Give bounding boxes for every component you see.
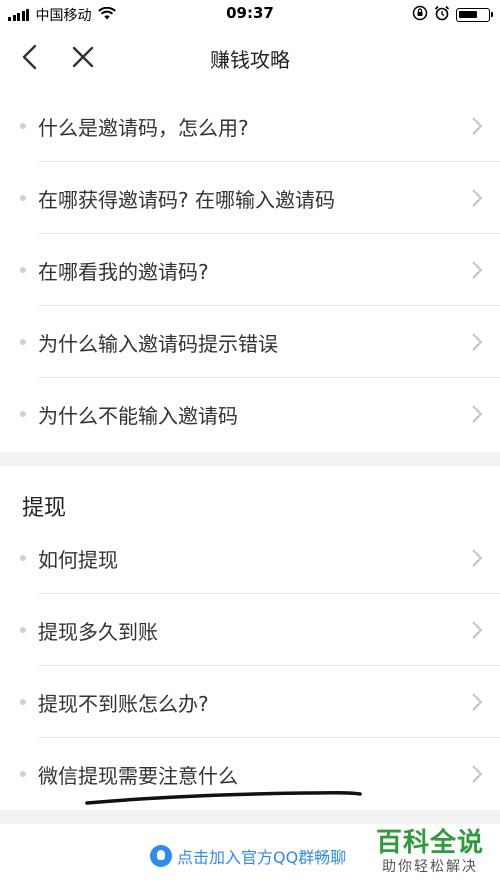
battery-icon bbox=[456, 8, 493, 22]
list-item-label: 如何提现 bbox=[38, 548, 118, 572]
bullet-dot-icon bbox=[20, 267, 26, 273]
bullet-dot-icon bbox=[20, 339, 26, 345]
list-item[interactable]: 为什么不能输入邀请码 bbox=[0, 378, 500, 450]
withdraw-section: 提现 如何提现 提现多久到账 提现不到账怎么办? 微信提现需要注意什么 bbox=[0, 466, 500, 810]
chevron-right-icon bbox=[472, 765, 483, 783]
close-icon bbox=[72, 46, 94, 68]
list-item-label: 提现多久到账 bbox=[38, 620, 158, 644]
bullet-dot-icon bbox=[20, 123, 26, 129]
chevron-right-icon bbox=[472, 189, 483, 207]
bullet-dot-icon bbox=[20, 411, 26, 417]
status-bar: 中国移动 09:37 bbox=[0, 0, 500, 30]
list-item[interactable]: 如何提现 bbox=[0, 522, 500, 594]
chevron-right-icon bbox=[472, 621, 483, 639]
close-button[interactable] bbox=[66, 40, 100, 74]
chevron-right-icon bbox=[472, 693, 483, 711]
alarm-icon bbox=[434, 5, 450, 25]
bullet-dot-icon bbox=[20, 555, 26, 561]
section-divider bbox=[0, 810, 500, 824]
join-qq-group-link[interactable]: 点击加入官方QQ群畅聊 bbox=[150, 844, 346, 868]
invite-code-section: 什么是邀请码，怎么用? 在哪获得邀请码? 在哪输入邀请码 在哪看我的邀请码? 为… bbox=[0, 90, 500, 452]
section-title: 提现 bbox=[22, 496, 67, 521]
join-qq-group-label: 点击加入官方QQ群畅聊 bbox=[177, 848, 347, 867]
navigation-bar: 赚钱攻略 bbox=[0, 30, 500, 84]
chevron-right-icon bbox=[472, 405, 483, 423]
chevron-right-icon bbox=[472, 117, 483, 135]
handdrawn-underline-annotation bbox=[85, 791, 362, 805]
chevron-left-icon bbox=[22, 44, 37, 70]
bullet-dot-icon bbox=[20, 771, 26, 777]
chevron-right-icon bbox=[472, 549, 483, 567]
list-item[interactable]: 在哪获得邀请码? 在哪输入邀请码 bbox=[0, 162, 500, 234]
list-item[interactable]: 什么是邀请码，怎么用? bbox=[0, 90, 500, 162]
watermark-subtitle: 助你轻松解决 bbox=[381, 859, 478, 875]
list-item-label: 在哪获得邀请码? 在哪输入邀请码 bbox=[38, 188, 335, 212]
chevron-right-icon bbox=[472, 261, 483, 279]
list-item-label: 为什么输入邀请码提示错误 bbox=[38, 332, 278, 356]
list-item-label: 在哪看我的邀请码? bbox=[38, 260, 209, 284]
bullet-dot-icon bbox=[20, 195, 26, 201]
watermark-logo: 百科全说 助你轻松解决 bbox=[376, 828, 484, 876]
list-item-label: 提现不到账怎么办? bbox=[38, 692, 209, 716]
list-item[interactable]: 为什么输入邀请码提示错误 bbox=[0, 306, 500, 378]
list-item-label: 什么是邀请码，怎么用? bbox=[38, 116, 249, 140]
list-item-label: 微信提现需要注意什么 bbox=[38, 764, 238, 788]
list-item[interactable]: 在哪看我的邀请码? bbox=[0, 234, 500, 306]
list-item[interactable]: 提现不到账怎么办? bbox=[0, 666, 500, 738]
list-item[interactable]: 提现多久到账 bbox=[0, 594, 500, 666]
footer: 点击加入官方QQ群畅聊 百科全说 助你轻松解决 bbox=[0, 824, 500, 889]
list-item-label: 为什么不能输入邀请码 bbox=[38, 404, 238, 428]
chevron-right-icon bbox=[472, 333, 483, 351]
bullet-dot-icon bbox=[20, 627, 26, 633]
qq-icon bbox=[150, 845, 172, 867]
watermark-title: 百科全说 bbox=[375, 828, 484, 858]
section-divider bbox=[0, 452, 500, 466]
orientation-lock-icon bbox=[412, 5, 428, 25]
back-button[interactable] bbox=[14, 40, 48, 74]
bullet-dot-icon bbox=[20, 699, 26, 705]
